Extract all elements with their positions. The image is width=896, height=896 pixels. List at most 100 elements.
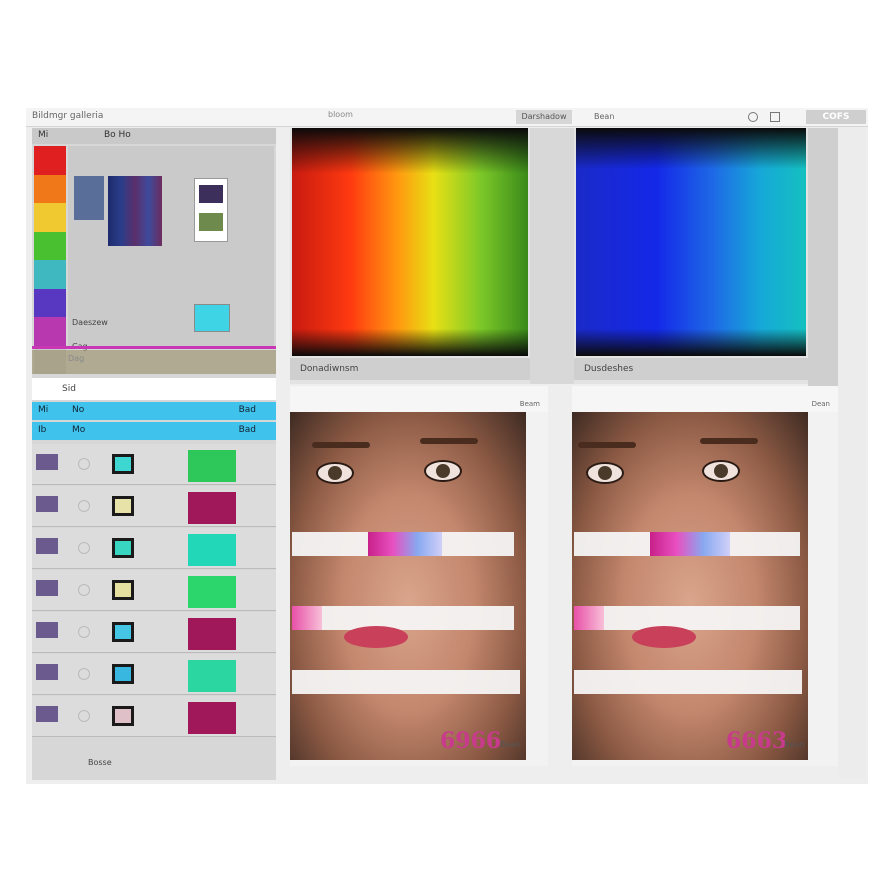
layer-color-swatch[interactable] — [188, 576, 236, 608]
visibility-icon[interactable] — [78, 542, 90, 554]
settings-icon[interactable] — [748, 112, 758, 122]
layer-icon-fill — [115, 499, 131, 513]
glitch-bar — [574, 670, 802, 694]
pupil — [598, 466, 612, 480]
layer-thumbnail — [36, 580, 58, 596]
face-pane-1[interactable]: Beam 6966 Bean — [290, 386, 548, 766]
layer-color-swatch[interactable] — [188, 492, 236, 524]
layer-icon — [112, 538, 134, 558]
brow — [312, 442, 370, 448]
layer-thumbnail — [36, 622, 58, 638]
eye — [316, 462, 354, 484]
row-cell: Mo — [72, 425, 86, 435]
face-image — [290, 412, 526, 760]
visibility-icon[interactable] — [78, 626, 90, 638]
palette-grid[interactable] — [108, 176, 162, 246]
glitch-color — [368, 532, 442, 556]
pupil — [436, 464, 450, 478]
side-strip — [530, 128, 574, 384]
color-swatch[interactable] — [34, 288, 66, 317]
spectrum-image-cool — [576, 128, 806, 356]
visibility-icon[interactable] — [78, 500, 90, 512]
face-header-label: Dean — [811, 400, 830, 408]
layer-row[interactable] — [32, 654, 276, 695]
card-image-top — [199, 185, 223, 203]
color-swatch[interactable] — [34, 203, 66, 232]
cyan-thumbnail[interactable] — [194, 304, 230, 332]
layer-icon-fill — [115, 625, 131, 639]
glitch-color — [650, 532, 730, 556]
bottom-label: Bosse — [88, 758, 112, 767]
color-swatch[interactable] — [34, 231, 66, 260]
cofs-button[interactable]: COFS — [806, 110, 866, 124]
spectrum-pane-cool[interactable]: Dusdeshes — [574, 128, 808, 384]
dims-label: Daeszew — [72, 318, 108, 327]
pupil — [714, 464, 728, 478]
layer-icon — [112, 622, 134, 642]
tab-bean[interactable]: Bean — [594, 110, 614, 124]
preview-card[interactable] — [194, 178, 228, 242]
app-title: Bildmgr galleria — [32, 111, 104, 121]
header-label-1: Mi — [38, 130, 49, 140]
color-swatch[interactable] — [34, 174, 66, 203]
left-panel-header: Mi Bo Ho — [32, 128, 276, 144]
layer-row[interactable] — [32, 528, 276, 569]
highlight-row[interactable]: Mi No Bad — [32, 402, 276, 420]
layer-icon — [112, 496, 134, 516]
glitch-bar — [292, 606, 514, 630]
glitch-bar — [292, 670, 520, 694]
spectrum-caption: Dusdeshes — [574, 358, 808, 380]
highlight-row[interactable]: Ib Mo Bad — [32, 422, 276, 440]
layer-icon-fill — [115, 583, 131, 597]
face-pane-2[interactable]: Dean 6663 Bean — [572, 386, 838, 766]
spectrum-caption: Donadiwnsm — [290, 358, 530, 380]
color-swatch[interactable] — [34, 317, 66, 346]
color-swatch[interactable] — [34, 146, 66, 175]
layer-row[interactable] — [32, 444, 276, 485]
layer-thumbnail — [36, 664, 58, 680]
header-label-2: Bo Ho — [104, 130, 131, 140]
layer-color-swatch[interactable] — [188, 534, 236, 566]
layer-icon — [112, 706, 134, 726]
left-panel: Mi Bo Ho Daeszew Cag Dag Sid Mi No Bad I — [32, 128, 276, 780]
brow — [700, 438, 758, 444]
layer-row[interactable] — [32, 570, 276, 611]
color-swatch[interactable] — [34, 260, 66, 289]
layer-icon — [112, 664, 134, 684]
visibility-icon[interactable] — [78, 668, 90, 680]
face-header: Beam — [290, 386, 548, 412]
row-cell: Mi — [38, 405, 49, 415]
layer-color-swatch[interactable] — [188, 618, 236, 650]
row-cell: Ib — [38, 425, 47, 435]
color-swatches[interactable] — [34, 146, 66, 376]
app-window: Bildmgr galleria bloom Darshadow Bean CO… — [26, 108, 868, 784]
visibility-icon[interactable] — [78, 458, 90, 470]
spectrum-pane-warm[interactable]: Donadiwnsm — [290, 128, 530, 384]
eye — [424, 460, 462, 482]
lips — [632, 626, 696, 648]
eye — [586, 462, 624, 484]
visibility-icon[interactable] — [78, 710, 90, 722]
name-label: Sid — [62, 384, 76, 394]
layer-color-swatch[interactable] — [188, 450, 236, 482]
lips — [344, 626, 408, 648]
palette-thumb[interactable] — [74, 176, 104, 220]
layer-row[interactable] — [32, 696, 276, 737]
title-bar: Bildmgr galleria bloom Darshadow Bean CO… — [26, 108, 868, 127]
layer-color-swatch[interactable] — [188, 660, 236, 692]
palette-area: Daeszew Cag — [68, 146, 274, 351]
layer-thumbnail — [36, 496, 58, 512]
name-row[interactable]: Sid — [32, 378, 276, 400]
layer-row[interactable] — [32, 612, 276, 653]
window-icon[interactable] — [770, 112, 780, 122]
tab-darshadow[interactable]: Darshadow — [516, 110, 572, 124]
layer-icon-fill — [115, 709, 131, 723]
row-cell: Bad — [238, 425, 256, 435]
visibility-icon[interactable] — [78, 584, 90, 596]
layer-color-swatch[interactable] — [188, 702, 236, 734]
face-header-label: Beam — [519, 400, 540, 408]
layer-row[interactable] — [32, 486, 276, 527]
layer-icon — [112, 454, 134, 474]
glitch-bar — [574, 606, 800, 630]
face-header: Dean — [572, 386, 838, 412]
